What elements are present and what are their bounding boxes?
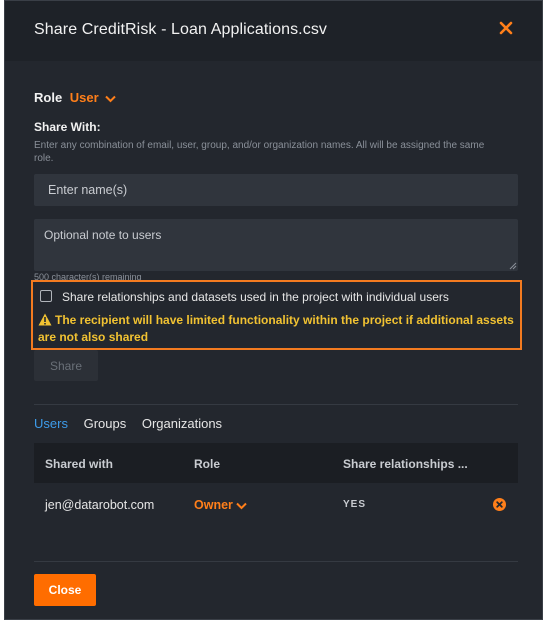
share-relationships-label[interactable]: Share relationships and datasets used in… [62, 290, 449, 304]
row-role-value: Owner [194, 498, 233, 512]
shared-with-email: jen@datarobot.com [45, 498, 155, 512]
column-share-relationships: Share relationships ... [343, 457, 468, 471]
remove-user-icon[interactable] [493, 498, 506, 511]
resize-grip-icon[interactable] [509, 262, 517, 270]
share-with-label: Share With: [34, 120, 101, 134]
close-x-icon[interactable] [498, 20, 514, 36]
share-relationships-checkbox[interactable] [40, 290, 52, 302]
close-button[interactable]: Close [34, 574, 96, 606]
column-shared-with: Shared with [45, 457, 114, 471]
modal-header: Share CreditRisk - Loan Applications.csv [5, 1, 542, 61]
table-header: Shared with Role Share relationships ... [34, 443, 518, 483]
chevron-down-icon [236, 502, 247, 510]
tab-organizations[interactable]: Organizations [142, 416, 222, 431]
table-row: jen@datarobot.com Owner YES [34, 483, 518, 527]
note-textarea[interactable] [34, 219, 518, 271]
share-with-help: Enter any combination of email, user, gr… [34, 140, 485, 164]
share-relationships-value: YES [343, 499, 367, 510]
names-input[interactable] [34, 174, 518, 206]
relationships-highlight: Share relationships and datasets used in… [31, 280, 522, 350]
chevron-down-icon[interactable] [105, 95, 117, 103]
role-value[interactable]: User [70, 90, 99, 105]
role-label: Role [34, 90, 63, 105]
share-modal: Share CreditRisk - Loan Applications.csv… [4, 0, 543, 620]
row-role-selector[interactable]: Owner [194, 498, 247, 512]
warning-text: The recipient will have limited function… [38, 313, 514, 344]
role-selector[interactable]: Role User [34, 90, 117, 105]
tab-users[interactable]: Users [34, 416, 68, 431]
warning-icon [38, 313, 52, 326]
divider [34, 561, 518, 562]
divider [34, 404, 518, 405]
warning-message: The recipient will have limited function… [38, 312, 518, 346]
share-tabs: Users Groups Organizations [34, 416, 234, 431]
share-button[interactable]: Share [34, 350, 98, 381]
tab-groups[interactable]: Groups [84, 416, 127, 431]
column-role: Role [194, 457, 221, 471]
modal-title: Share CreditRisk - Loan Applications.csv [34, 21, 328, 38]
